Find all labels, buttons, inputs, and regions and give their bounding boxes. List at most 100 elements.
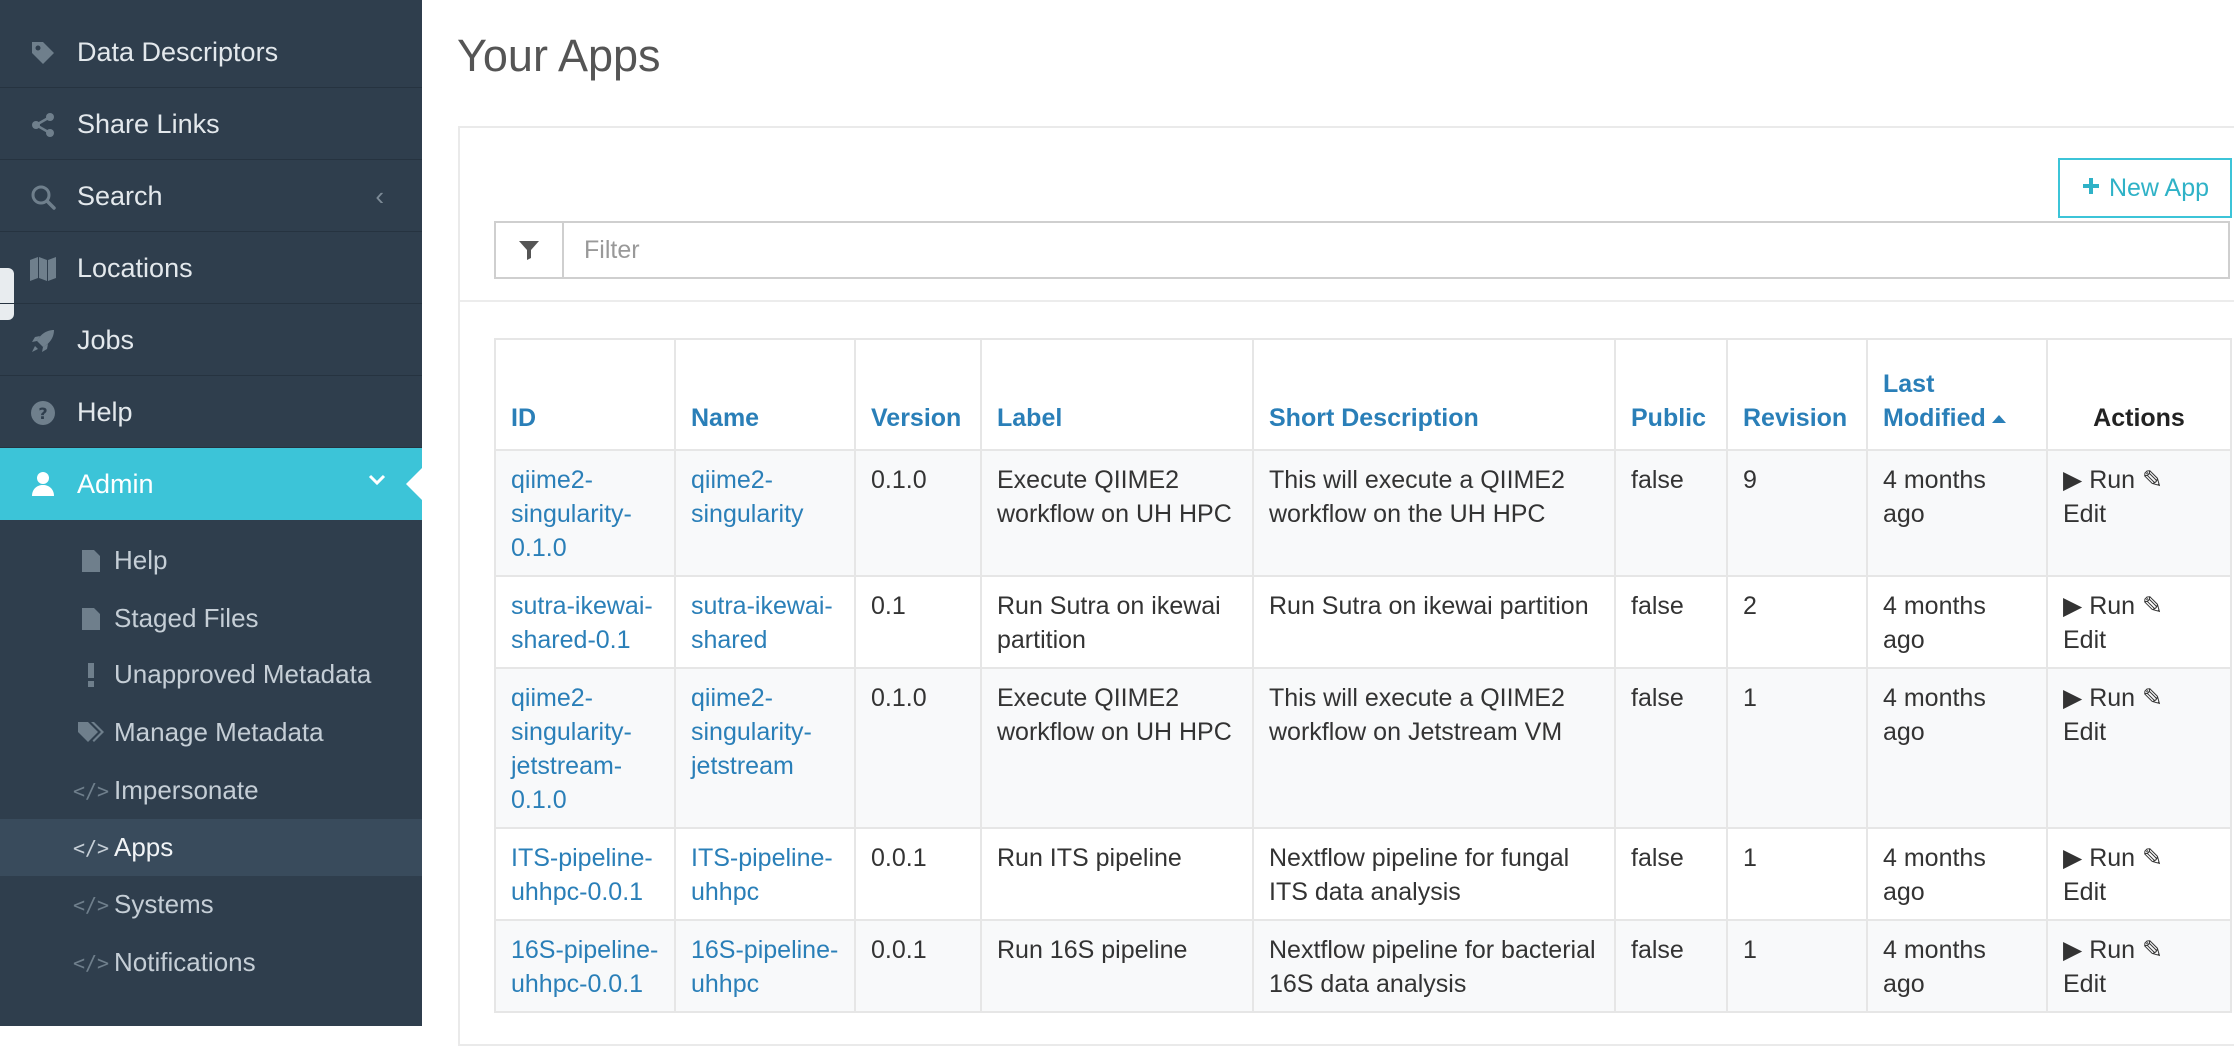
admin-item-label: Systems xyxy=(114,889,214,919)
table-row: qiime2-singularity-jetstream-0.1.0 qiime… xyxy=(494,667,2232,829)
app-id-link[interactable]: 16S-pipeline-uhhpc-0.0.1 xyxy=(511,936,658,998)
app-label: Run ITS pipeline xyxy=(980,827,1254,921)
svg-text:?: ? xyxy=(38,404,47,423)
run-button[interactable]: ▶ Run xyxy=(2063,592,2135,620)
app-version: 0.0.1 xyxy=(854,919,982,1013)
app-name-link[interactable]: qiime2-singularity-jetstream xyxy=(691,684,812,780)
app-public: false xyxy=(1614,827,1728,921)
chevron-down-icon xyxy=(368,462,386,493)
admin-item-label: Manage Metadata xyxy=(114,717,324,747)
sidebar-item-data-descriptors[interactable]: Data Descriptors xyxy=(0,18,422,88)
exclamation-icon xyxy=(74,662,108,687)
play-icon: ▶ xyxy=(2063,466,2083,494)
app-description: This will execute a QIIME2 workflow on t… xyxy=(1252,449,1616,577)
sidebar-item-label: Share Links xyxy=(77,109,220,139)
admin-item-manage-metadata[interactable]: Manage Metadata xyxy=(0,704,422,761)
app-id-link[interactable]: qiime2-singularity-jetstream-0.1.0 xyxy=(511,684,632,814)
run-label: Run xyxy=(2089,592,2136,620)
run-button[interactable]: ▶ Run xyxy=(2063,466,2135,494)
column-header-last-modified[interactable]: Last Modified xyxy=(1866,338,2048,451)
admin-item-apps[interactable]: </> Apps xyxy=(0,819,422,876)
app-id-link[interactable]: sutra-ikewai-shared-0.1 xyxy=(511,592,653,654)
code-icon: </> xyxy=(72,892,110,917)
admin-item-label: Unapproved Metadata xyxy=(114,659,372,689)
app-description: This will execute a QIIME2 workflow on J… xyxy=(1252,667,1616,829)
app-last-modified: 4 months ago xyxy=(1866,667,2048,829)
run-button[interactable]: ▶ Run xyxy=(2063,684,2135,712)
filter-bar xyxy=(494,221,2230,279)
app-version: 0.1.0 xyxy=(854,449,982,577)
user-icon xyxy=(28,469,58,499)
admin-item-help[interactable]: Help xyxy=(0,532,422,589)
new-app-button[interactable]: New App xyxy=(2058,158,2232,218)
play-icon: ▶ xyxy=(2063,844,2083,872)
sidebar-item-jobs[interactable]: Jobs xyxy=(0,306,422,376)
sort-ascending-icon xyxy=(1991,415,2006,424)
column-header-label[interactable]: Label xyxy=(980,338,1254,451)
sidebar-item-admin[interactable]: Admin xyxy=(0,448,422,520)
question-circle-icon: ? xyxy=(28,398,58,428)
share-icon xyxy=(28,110,58,140)
admin-item-unapproved-metadata[interactable]: Unapproved Metadata xyxy=(0,646,422,703)
column-header-label: Last Modified xyxy=(1883,370,1986,432)
app-description: Nextflow pipeline for fungal ITS data an… xyxy=(1252,827,1616,921)
column-header-public[interactable]: Public xyxy=(1614,338,1728,451)
sidebar-item-locations[interactable]: Locations xyxy=(0,234,422,304)
sidebar-item-help[interactable]: ? Help xyxy=(0,378,422,448)
admin-item-staged-files[interactable]: Staged Files xyxy=(0,590,422,647)
filter-input[interactable] xyxy=(564,223,2228,277)
pencil-icon: ✎ xyxy=(2142,684,2163,712)
run-button[interactable]: ▶ Run xyxy=(2063,844,2135,872)
app-name-link[interactable]: sutra-ikewai-shared xyxy=(691,592,833,654)
sidebar-item-search[interactable]: Search ‹ xyxy=(0,162,422,232)
app-revision: 1 xyxy=(1726,667,1868,829)
app-last-modified: 4 months ago xyxy=(1866,827,2048,921)
admin-item-label: Apps xyxy=(114,832,174,862)
edit-label: Edit xyxy=(2063,718,2107,746)
run-button[interactable]: ▶ Run xyxy=(2063,936,2135,964)
sidebar-item-label: Jobs xyxy=(77,325,135,355)
sidebar-item-label: Locations xyxy=(77,253,193,283)
table-row: qiime2-singularity-0.1.0 qiime2-singular… xyxy=(494,449,2232,577)
sidebar-item-share-links[interactable]: Share Links xyxy=(0,90,422,160)
run-label: Run xyxy=(2089,936,2136,964)
admin-item-impersonate[interactable]: </> Impersonate xyxy=(0,762,422,819)
admin-item-notifications[interactable]: </> Notifications xyxy=(0,934,422,991)
pencil-icon: ✎ xyxy=(2142,936,2163,964)
column-header-name[interactable]: Name xyxy=(674,338,856,451)
app-id-link[interactable]: ITS-pipeline-uhhpc-0.0.1 xyxy=(511,844,653,906)
app-name-link[interactable]: 16S-pipeline-uhhpc xyxy=(691,936,838,998)
column-header-revision[interactable]: Revision xyxy=(1726,338,1868,451)
file-icon xyxy=(74,549,108,573)
table-row: 16S-pipeline-uhhpc-0.0.1 16S-pipeline-uh… xyxy=(494,919,2232,1013)
app-version: 0.0.1 xyxy=(854,827,982,921)
edit-label: Edit xyxy=(2063,878,2107,906)
admin-item-systems[interactable]: </> Systems xyxy=(0,876,422,933)
app-revision: 9 xyxy=(1726,449,1868,577)
app-id-link[interactable]: qiime2-singularity-0.1.0 xyxy=(511,466,632,562)
app-last-modified: 4 months ago xyxy=(1866,575,2048,669)
run-label: Run xyxy=(2089,844,2136,872)
app-name-link[interactable]: ITS-pipeline-uhhpc xyxy=(691,844,833,906)
new-app-label: New App xyxy=(2108,173,2210,202)
search-icon xyxy=(28,182,58,212)
admin-item-label: Impersonate xyxy=(114,775,259,805)
column-header-short-description[interactable]: Short Description xyxy=(1252,338,1616,451)
edit-label: Edit xyxy=(2063,970,2107,998)
app-last-modified: 4 months ago xyxy=(1866,449,2048,577)
edit-label: Edit xyxy=(2063,500,2107,528)
app-name-link[interactable]: qiime2-singularity xyxy=(691,466,804,528)
admin-item-label: Notifications xyxy=(114,947,256,977)
play-icon: ▶ xyxy=(2063,592,2083,620)
app-public: false xyxy=(1614,449,1728,577)
sidebar-item-label: Help xyxy=(77,397,133,427)
column-header-id[interactable]: ID xyxy=(494,338,676,451)
map-icon xyxy=(28,254,58,284)
apps-table: ID Name Version Label Short Description … xyxy=(494,338,2232,1013)
app-version: 0.1.0 xyxy=(854,667,982,829)
filter-icon[interactable] xyxy=(496,223,564,277)
app-revision: 2 xyxy=(1726,575,1868,669)
pencil-icon: ✎ xyxy=(2142,844,2163,872)
column-header-version[interactable]: Version xyxy=(854,338,982,451)
app-label: Execute QIIME2 workflow on UH HPC xyxy=(980,449,1254,577)
